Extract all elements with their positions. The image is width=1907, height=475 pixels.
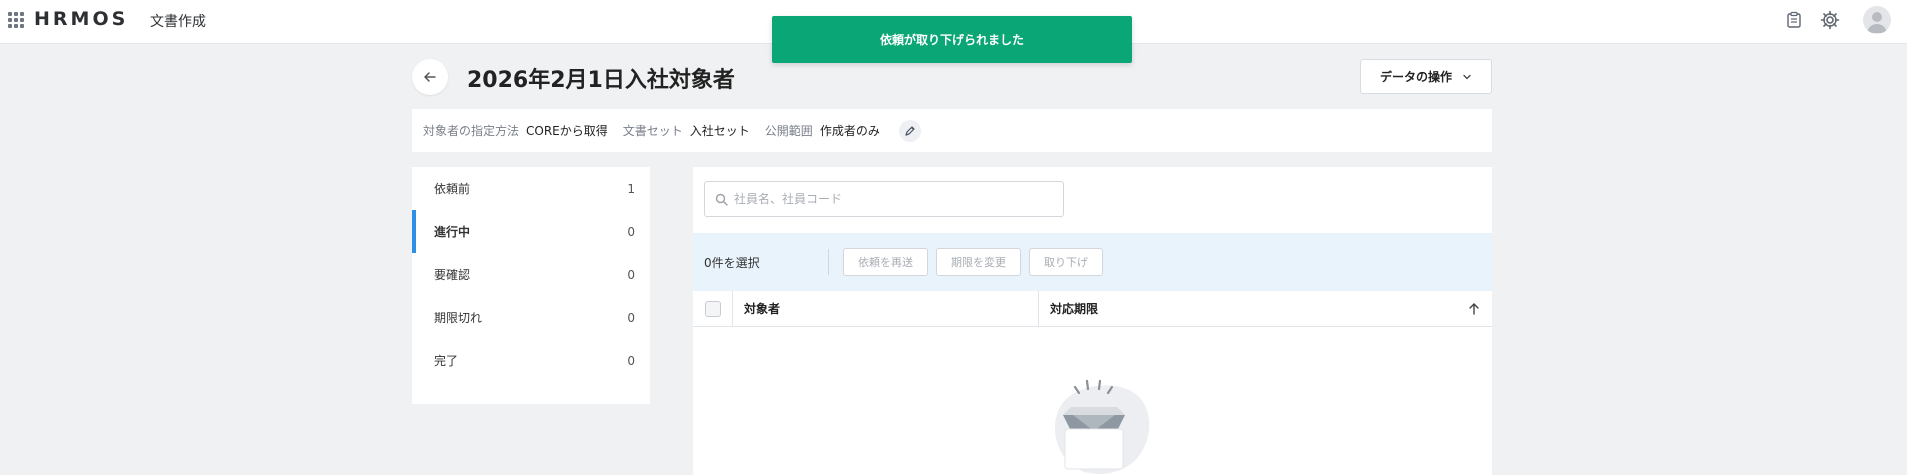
resend-request-button[interactable]: 依頼を再送 [843,248,928,276]
divider [828,249,829,275]
status-sidebar: 依頼前 1 進行中 0 要確認 0 期限切れ 0 完了 0 [412,167,650,404]
data-operations-dropdown[interactable]: データの操作 [1360,59,1492,94]
sort-arrow-up-icon [1469,302,1479,315]
search-input[interactable] [734,192,1034,206]
visibility-label: 公開範囲 [764,124,813,138]
apps-grid-icon[interactable] [8,12,24,28]
page-title: 2026年2月1日入社対象者 [467,68,735,93]
main-panel: 0件を選択 依頼を再送 期限を変更 取り下げ 対象者 対応期限 [693,167,1492,475]
table-header: 対象者 対応期限 [693,290,1492,327]
column-header-deadline[interactable]: 対応期限 [1039,291,1492,327]
column-header-target[interactable]: 対象者 [733,290,1039,327]
pencil-icon [905,125,915,136]
target-method-label: 対象者の指定方法 [423,124,520,138]
sidebar-item-count: 0 [627,310,635,325]
sidebar-item-label: 要確認 [434,268,471,282]
data-operations-label: データの操作 [1379,70,1452,84]
back-button[interactable] [412,59,448,95]
chevron-down-icon [1463,74,1471,79]
column-header-deadline-label: 対応期限 [1050,302,1099,316]
sidebar-item-label: 期限切れ [434,311,483,325]
visibility-value: 作成者のみ [819,124,880,138]
search-box[interactable] [704,181,1064,217]
sidebar-item-expired[interactable]: 期限切れ 0 [412,296,650,339]
change-deadline-button[interactable]: 期限を変更 [936,248,1021,276]
sidebar-item-in-progress[interactable]: 進行中 0 [412,210,650,253]
docset-label: 文書セット [622,124,683,138]
arrow-left-icon [424,72,436,82]
logo[interactable]: HRMOS [34,8,128,30]
sidebar-item-needs-check[interactable]: 要確認 0 [412,253,650,296]
select-all-checkbox[interactable] [704,300,721,317]
sidebar-item-completed[interactable]: 完了 0 [412,339,650,382]
sidebar-item-count: 0 [627,267,635,282]
gear-icon[interactable] [1819,9,1841,31]
withdraw-button[interactable]: 取り下げ [1029,248,1103,276]
target-method-value: COREから取得 [526,124,608,138]
clipboard-icon[interactable] [1783,9,1805,31]
sidebar-item-before-request[interactable]: 依頼前 1 [412,167,650,210]
empty-inbox-illustration [1054,379,1150,475]
document-meta-bar: 対象者の指定方法 COREから取得 文書セット 入社セット 公開範囲 作成者のみ [412,109,1492,152]
success-toast: 依頼が取り下げられました [772,16,1132,63]
product-name: 文書作成 [150,14,206,30]
selected-count: 0件を選択 [704,255,760,270]
docset-value: 入社セット [689,124,750,138]
edit-meta-button[interactable] [898,119,921,142]
sidebar-item-label: 依頼前 [434,182,471,196]
user-avatar-icon[interactable] [1863,6,1891,34]
sidebar-item-count: 0 [627,353,635,368]
sidebar-item-count: 1 [627,181,635,196]
sidebar-item-label: 進行中 [434,225,471,239]
search-icon [715,193,728,206]
bulk-action-bar: 0件を選択 依頼を再送 期限を変更 取り下げ [693,233,1492,291]
sidebar-item-count: 0 [627,224,635,239]
sidebar-item-label: 完了 [434,354,459,368]
